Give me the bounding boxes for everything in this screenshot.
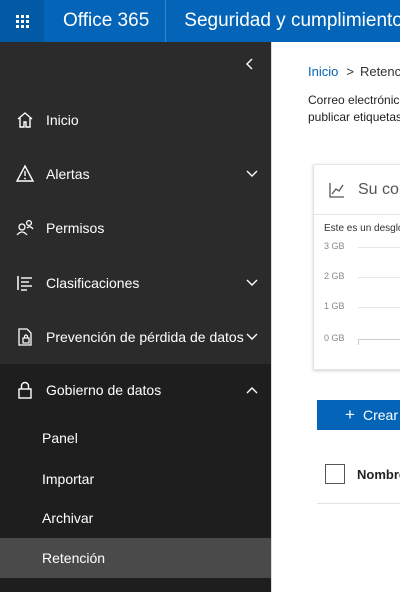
- description-line: publicar etiquetas: [308, 110, 400, 124]
- breadcrumb-current: Retención: [359, 64, 400, 79]
- sidebar-subitem-importar[interactable]: Importar: [0, 459, 271, 499]
- description-line: Correo electrónico: [308, 93, 400, 107]
- lock-icon: [14, 379, 36, 401]
- brand-link[interactable]: Office 365: [44, 0, 167, 42]
- sidebar-item-label: Alertas: [46, 166, 90, 182]
- x-axis-line: [358, 339, 400, 340]
- gridline: [358, 247, 400, 248]
- people-icon: [14, 217, 36, 239]
- warning-icon: [14, 163, 36, 185]
- chevron-left-icon[interactable]: [243, 56, 257, 72]
- sidebar-item-alertas[interactable]: Alertas: [0, 148, 271, 200]
- page-description: Correo electrónico publicar etiquetas: [308, 92, 400, 126]
- y-axis-label: 3 GB: [324, 241, 345, 251]
- gridline: [358, 307, 400, 308]
- suite-title: Seguridad y cumplimiento: [184, 10, 400, 31]
- sidebar-item-label: Prevención de pérdida de datos: [46, 329, 244, 345]
- create-button-label: Crear: [363, 407, 399, 423]
- select-all-checkbox[interactable]: [325, 464, 345, 484]
- y-axis-label: 0 GB: [324, 333, 345, 343]
- chevron-up-icon: [246, 387, 258, 394]
- column-header-name[interactable]: Nombre: [357, 467, 400, 482]
- card-title: Su consumo: [358, 181, 400, 198]
- home-icon: [14, 109, 36, 131]
- submenu: Panel Importar Archivar Retención: [0, 416, 271, 592]
- sidebar-item-label: Permisos: [46, 220, 105, 236]
- y-axis-label: 2 GB: [324, 271, 345, 281]
- sidebar-item-label: Gobierno de datos: [46, 382, 162, 398]
- main-content: Inicio > Retención Correo electrónico publ…: [271, 42, 400, 592]
- lock-doc-icon: [14, 326, 36, 348]
- sidebar-item-label: Inicio: [46, 112, 79, 128]
- app-launcher-button[interactable]: [0, 0, 44, 42]
- sidebar-subitem-panel[interactable]: Panel: [0, 418, 271, 458]
- chevron-down-icon: [246, 170, 258, 177]
- sidebar-item-label: Clasificaciones: [46, 275, 140, 291]
- gridline: [358, 277, 400, 278]
- x-axis-tick: [358, 339, 359, 345]
- chart-icon: [329, 183, 344, 198]
- sidebar-subitem-archivar[interactable]: Archivar: [0, 498, 271, 538]
- breadcrumb-home-link[interactable]: Inicio: [308, 64, 338, 79]
- plus-icon: +: [345, 405, 355, 424]
- storage-card: Su consumo Este es un desglose 3 GB 2 GB…: [313, 164, 400, 370]
- table-header: Nombre: [317, 454, 400, 504]
- sidebar-item-gobierno-de-datos[interactable]: Gobierno de datos: [0, 364, 271, 416]
- top-bar: Office 365 Seguridad y cumplimiento: [0, 0, 400, 42]
- sidebar-item-permisos[interactable]: Permisos: [0, 202, 271, 254]
- list-icon: [14, 272, 36, 294]
- sidebar-item-inicio[interactable]: Inicio: [0, 94, 271, 146]
- chevron-down-icon: [246, 333, 258, 340]
- sidebar: Inicio Alertas Permisos Clasificaciones …: [0, 42, 271, 592]
- sidebar-subitem-retencion[interactable]: Retención: [0, 538, 271, 578]
- create-button[interactable]: + Crear: [317, 400, 400, 430]
- card-subtitle: Este es un desglose: [324, 223, 400, 234]
- breadcrumb: Inicio > Retención: [308, 64, 400, 79]
- waffle-icon: [15, 14, 29, 28]
- sidebar-item-prevencion[interactable]: Prevención de pérdida de datos: [0, 311, 271, 363]
- y-axis-label: 1 GB: [324, 301, 345, 311]
- breadcrumb-separator: >: [346, 64, 354, 79]
- chevron-down-icon: [246, 279, 258, 286]
- sidebar-item-clasificaciones[interactable]: Clasificaciones: [0, 257, 271, 309]
- card-header: Su consumo: [314, 165, 400, 215]
